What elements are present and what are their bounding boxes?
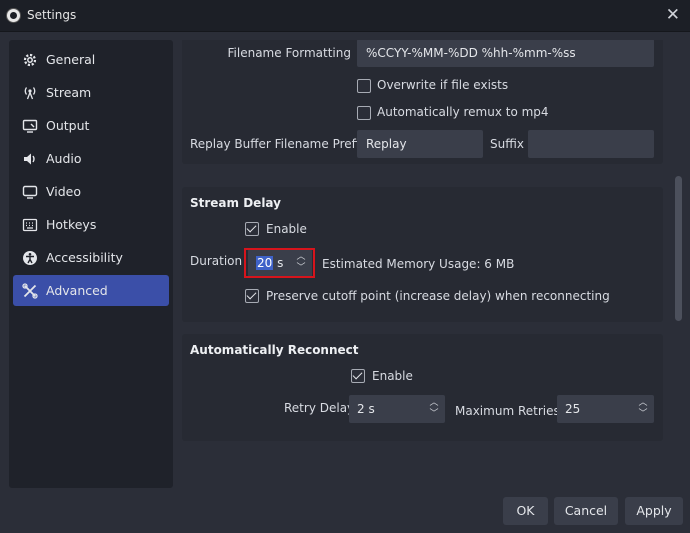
cancel-button[interactable]: Cancel	[554, 497, 618, 525]
retry-delay-spinbox[interactable]: 2 s ︿ ﹀	[349, 395, 445, 423]
settings-content: Filename Formatting %CCYY-%MM-%DD %hh-%m…	[180, 40, 667, 488]
recording-group: Filename Formatting %CCYY-%MM-%DD %hh-%m…	[182, 40, 663, 164]
max-retries-label: Maximum Retries	[455, 404, 560, 418]
retry-delay-value: 2 s	[357, 402, 375, 416]
stream-delay-enable-checkbox[interactable]	[245, 222, 259, 236]
sidebar-item-hotkeys[interactable]: Hotkeys	[13, 209, 169, 240]
settings-sidebar: General Stream Output Audio Video Hotkey…	[9, 40, 173, 488]
suffix-label: Suffix	[490, 137, 524, 151]
obs-logo-icon	[6, 8, 21, 23]
preserve-cutoff-checkbox[interactable]	[245, 289, 259, 303]
filename-formatting-input[interactable]: %CCYY-%MM-%DD %hh-%mm-%ss	[357, 40, 654, 67]
remux-label: Automatically remux to mp4	[377, 105, 549, 119]
sidebar-item-label: Accessibility	[46, 250, 123, 265]
apply-button[interactable]: Apply	[625, 497, 683, 525]
chevron-down-icon[interactable]: ﹀	[638, 409, 648, 419]
auto-reconnect-title: Automatically Reconnect	[190, 343, 359, 357]
sidebar-item-stream[interactable]: Stream	[13, 77, 169, 108]
remux-checkbox[interactable]	[357, 106, 371, 120]
reconnect-enable-checkbox[interactable]	[351, 369, 365, 383]
replay-prefix-input[interactable]: Replay	[357, 130, 483, 158]
close-icon[interactable]: ✕	[666, 5, 680, 25]
max-retries-spinbox[interactable]: 25 ︿ ﹀	[557, 395, 654, 423]
accessibility-icon	[22, 250, 38, 266]
replay-prefix-label: Replay Buffer Filename Prefix	[190, 137, 367, 151]
tools-icon	[22, 282, 38, 299]
scrollbar-thumb[interactable]	[675, 176, 682, 321]
display-icon	[22, 184, 38, 200]
stream-delay-group: Stream Delay Enable Duration 20 s ︿ ﹀ Es…	[182, 187, 663, 322]
sidebar-item-accessibility[interactable]: Accessibility	[13, 242, 169, 273]
sidebar-item-label: Output	[46, 118, 90, 133]
speaker-icon	[22, 151, 38, 167]
filename-formatting-label: Filename Formatting	[227, 46, 351, 60]
overwrite-label: Overwrite if file exists	[377, 78, 509, 92]
antenna-icon	[22, 85, 38, 101]
sidebar-item-video[interactable]: Video	[13, 176, 169, 207]
suffix-input[interactable]	[528, 130, 654, 158]
sidebar-item-label: Audio	[46, 151, 82, 166]
keyboard-icon	[22, 217, 38, 233]
stream-delay-enable-label: Enable	[266, 222, 307, 236]
window-title: Settings	[27, 8, 77, 22]
chevron-up-icon[interactable]: ︿	[638, 398, 648, 408]
retry-delay-label: Retry Delay	[284, 401, 355, 415]
chevron-up-icon[interactable]: ︿	[429, 398, 439, 408]
duration-label: Duration	[190, 254, 243, 268]
sidebar-item-label: Video	[46, 184, 82, 199]
sidebar-item-advanced[interactable]: Advanced	[13, 275, 169, 306]
sidebar-item-output[interactable]: Output	[13, 110, 169, 141]
title-bar: Settings ✕	[0, 0, 690, 32]
ok-button[interactable]: OK	[503, 497, 548, 525]
monitor-output-icon	[22, 118, 38, 134]
memory-usage-label: Estimated Memory Usage: 6 MB	[322, 257, 515, 271]
sidebar-item-label: Advanced	[46, 283, 108, 298]
chevron-down-icon[interactable]: ﹀	[429, 409, 439, 419]
sidebar-item-audio[interactable]: Audio	[13, 143, 169, 174]
sidebar-item-label: General	[46, 52, 96, 67]
sidebar-item-general[interactable]: General	[13, 44, 169, 75]
sidebar-item-label: Stream	[46, 85, 92, 100]
stream-delay-title: Stream Delay	[190, 196, 281, 210]
overwrite-checkbox[interactable]	[357, 79, 371, 93]
auto-reconnect-group: Automatically Reconnect Enable Retry Del…	[182, 334, 663, 441]
sidebar-item-label: Hotkeys	[46, 217, 97, 232]
preserve-cutoff-label: Preserve cutoff point (increase delay) w…	[266, 289, 610, 303]
duration-highlight-box	[244, 248, 315, 278]
max-retries-value: 25	[565, 402, 581, 416]
reconnect-enable-label: Enable	[372, 369, 413, 383]
gear-icon	[22, 52, 38, 68]
